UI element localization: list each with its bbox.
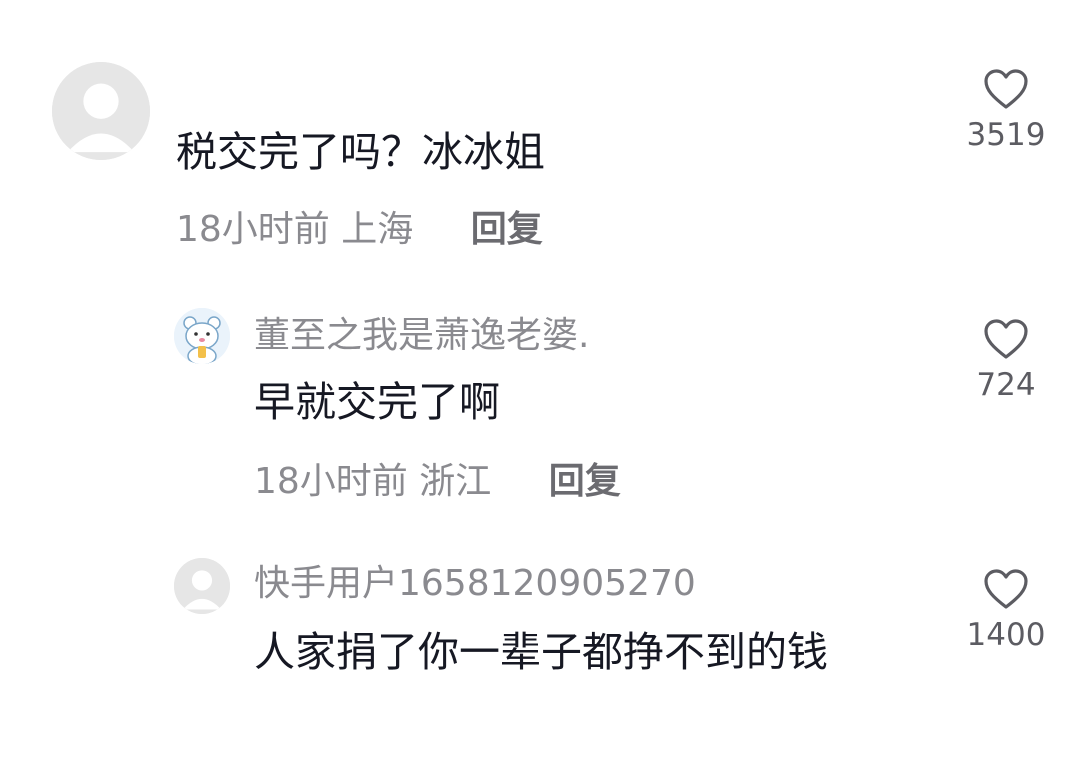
user-avatar[interactable] bbox=[174, 308, 230, 364]
comment-meta: 18小时前 上海 回复 bbox=[176, 208, 543, 252]
comment-location: 上海 bbox=[341, 209, 414, 250]
like-button[interactable]: 3519 bbox=[946, 68, 1066, 154]
cartoon-bear-avatar-icon bbox=[174, 308, 230, 364]
comment-username[interactable]: 快手用户1658120905270 bbox=[254, 564, 696, 604]
like-count: 1400 bbox=[966, 617, 1046, 653]
comment-username[interactable]: 董至之我是萧逸老婆. bbox=[254, 316, 589, 356]
reply-button[interactable]: 回复 bbox=[471, 209, 543, 250]
comment-text: 税交完了吗？冰冰姐 bbox=[176, 128, 545, 176]
user-avatar[interactable] bbox=[174, 558, 230, 614]
comment-text: 人家捐了你一辈子都挣不到的钱 bbox=[254, 628, 828, 676]
heart-icon bbox=[984, 319, 1028, 359]
heart-icon bbox=[984, 569, 1028, 609]
like-button[interactable]: 724 bbox=[946, 318, 1066, 404]
like-count: 3519 bbox=[966, 117, 1046, 153]
default-user-avatar-icon bbox=[52, 62, 150, 160]
comment-location: 浙江 bbox=[419, 461, 492, 502]
comment-time: 18小时前 bbox=[254, 461, 408, 502]
like-count: 724 bbox=[976, 367, 1036, 403]
reply-button[interactable]: 回复 bbox=[549, 461, 621, 502]
comment-time: 18小时前 bbox=[176, 209, 330, 250]
comment-text: 早就交完了啊 bbox=[254, 378, 500, 426]
comment-meta: 18小时前 浙江 回复 bbox=[254, 460, 621, 504]
user-avatar[interactable] bbox=[52, 62, 150, 160]
like-button[interactable]: 1400 bbox=[946, 568, 1066, 654]
default-user-avatar-icon bbox=[174, 558, 230, 614]
heart-icon bbox=[984, 69, 1028, 109]
